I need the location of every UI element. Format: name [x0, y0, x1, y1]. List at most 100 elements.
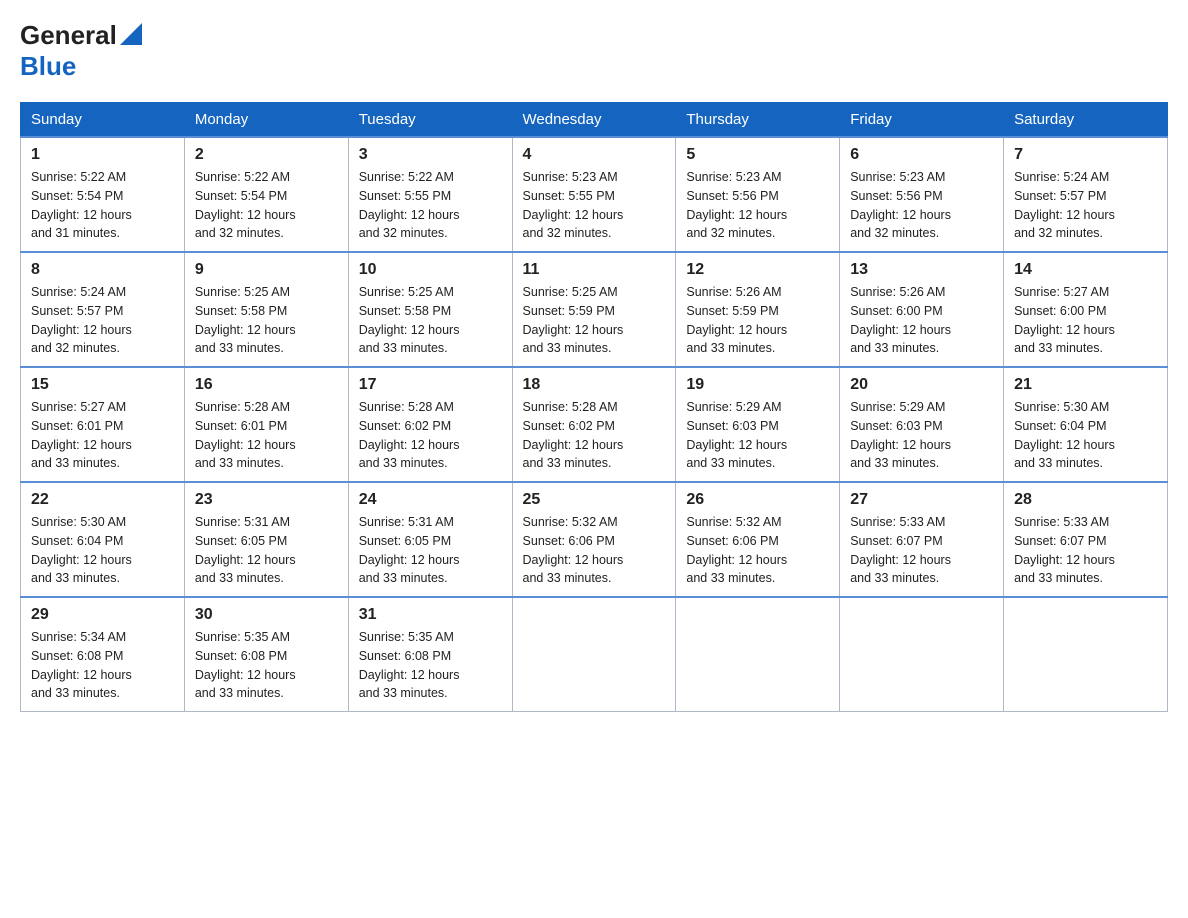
- col-header-monday: Monday: [184, 103, 348, 138]
- day-info: Sunrise: 5:32 AM Sunset: 6:06 PM Dayligh…: [523, 513, 666, 588]
- day-info: Sunrise: 5:31 AM Sunset: 6:05 PM Dayligh…: [195, 513, 338, 588]
- day-info: Sunrise: 5:23 AM Sunset: 5:56 PM Dayligh…: [686, 168, 829, 243]
- sunset-label: Sunset: 6:02 PM: [523, 419, 615, 433]
- day-info: Sunrise: 5:28 AM Sunset: 6:02 PM Dayligh…: [523, 398, 666, 473]
- calendar-cell: 21 Sunrise: 5:30 AM Sunset: 6:04 PM Dayl…: [1004, 367, 1168, 482]
- sunrise-label: Sunrise: 5:31 AM: [195, 515, 290, 529]
- day-number: 13: [850, 261, 993, 279]
- logo-general-text: General: [20, 20, 117, 51]
- day-number: 21: [1014, 376, 1157, 394]
- sunset-label: Sunset: 6:08 PM: [359, 649, 451, 663]
- daylight-minutes: and 33 minutes.: [31, 456, 120, 470]
- day-number: 17: [359, 376, 502, 394]
- page-header: General Blue: [20, 20, 1168, 82]
- daylight-label: Daylight: 12 hours: [523, 208, 624, 222]
- col-header-wednesday: Wednesday: [512, 103, 676, 138]
- daylight-label: Daylight: 12 hours: [1014, 438, 1115, 452]
- sunset-label: Sunset: 6:02 PM: [359, 419, 451, 433]
- daylight-minutes: and 33 minutes.: [850, 571, 939, 585]
- sunrise-label: Sunrise: 5:27 AM: [1014, 285, 1109, 299]
- daylight-minutes: and 33 minutes.: [31, 686, 120, 700]
- sunset-label: Sunset: 6:06 PM: [686, 534, 778, 548]
- daylight-minutes: and 33 minutes.: [1014, 456, 1103, 470]
- sunset-label: Sunset: 6:05 PM: [195, 534, 287, 548]
- day-info: Sunrise: 5:29 AM Sunset: 6:03 PM Dayligh…: [850, 398, 993, 473]
- calendar-cell: 24 Sunrise: 5:31 AM Sunset: 6:05 PM Dayl…: [348, 482, 512, 597]
- day-info: Sunrise: 5:26 AM Sunset: 5:59 PM Dayligh…: [686, 283, 829, 358]
- day-number: 24: [359, 491, 502, 509]
- daylight-label: Daylight: 12 hours: [31, 323, 132, 337]
- sunset-label: Sunset: 6:06 PM: [523, 534, 615, 548]
- daylight-label: Daylight: 12 hours: [1014, 553, 1115, 567]
- sunset-label: Sunset: 5:55 PM: [523, 189, 615, 203]
- calendar-cell: 27 Sunrise: 5:33 AM Sunset: 6:07 PM Dayl…: [840, 482, 1004, 597]
- daylight-label: Daylight: 12 hours: [31, 553, 132, 567]
- daylight-label: Daylight: 12 hours: [850, 323, 951, 337]
- sunrise-label: Sunrise: 5:24 AM: [1014, 170, 1109, 184]
- day-info: Sunrise: 5:23 AM Sunset: 5:55 PM Dayligh…: [523, 168, 666, 243]
- daylight-label: Daylight: 12 hours: [1014, 323, 1115, 337]
- daylight-minutes: and 33 minutes.: [686, 341, 775, 355]
- day-number: 16: [195, 376, 338, 394]
- daylight-minutes: and 33 minutes.: [195, 456, 284, 470]
- daylight-minutes: and 33 minutes.: [523, 571, 612, 585]
- daylight-minutes: and 31 minutes.: [31, 226, 120, 240]
- sunrise-label: Sunrise: 5:28 AM: [359, 400, 454, 414]
- calendar-week-3: 15 Sunrise: 5:27 AM Sunset: 6:01 PM Dayl…: [21, 367, 1168, 482]
- daylight-label: Daylight: 12 hours: [359, 323, 460, 337]
- daylight-minutes: and 32 minutes.: [195, 226, 284, 240]
- daylight-label: Daylight: 12 hours: [359, 668, 460, 682]
- col-header-friday: Friday: [840, 103, 1004, 138]
- sunrise-label: Sunrise: 5:25 AM: [195, 285, 290, 299]
- sunrise-label: Sunrise: 5:26 AM: [850, 285, 945, 299]
- day-number: 7: [1014, 146, 1157, 164]
- daylight-label: Daylight: 12 hours: [31, 438, 132, 452]
- sunset-label: Sunset: 6:03 PM: [686, 419, 778, 433]
- sunrise-label: Sunrise: 5:33 AM: [1014, 515, 1109, 529]
- sunset-label: Sunset: 5:54 PM: [195, 189, 287, 203]
- calendar-cell: 8 Sunrise: 5:24 AM Sunset: 5:57 PM Dayli…: [21, 252, 185, 367]
- daylight-minutes: and 33 minutes.: [359, 341, 448, 355]
- daylight-minutes: and 32 minutes.: [686, 226, 775, 240]
- calendar-cell: 18 Sunrise: 5:28 AM Sunset: 6:02 PM Dayl…: [512, 367, 676, 482]
- sunset-label: Sunset: 6:00 PM: [1014, 304, 1106, 318]
- day-info: Sunrise: 5:25 AM Sunset: 5:59 PM Dayligh…: [523, 283, 666, 358]
- day-number: 15: [31, 376, 174, 394]
- day-info: Sunrise: 5:25 AM Sunset: 5:58 PM Dayligh…: [359, 283, 502, 358]
- sunset-label: Sunset: 6:04 PM: [31, 534, 123, 548]
- day-info: Sunrise: 5:22 AM Sunset: 5:54 PM Dayligh…: [195, 168, 338, 243]
- calendar-cell: 3 Sunrise: 5:22 AM Sunset: 5:55 PM Dayli…: [348, 137, 512, 252]
- sunset-label: Sunset: 6:07 PM: [1014, 534, 1106, 548]
- daylight-label: Daylight: 12 hours: [31, 668, 132, 682]
- daylight-label: Daylight: 12 hours: [195, 438, 296, 452]
- daylight-label: Daylight: 12 hours: [523, 323, 624, 337]
- daylight-minutes: and 33 minutes.: [359, 686, 448, 700]
- sunrise-label: Sunrise: 5:30 AM: [1014, 400, 1109, 414]
- calendar-cell: 22 Sunrise: 5:30 AM Sunset: 6:04 PM Dayl…: [21, 482, 185, 597]
- calendar-week-1: 1 Sunrise: 5:22 AM Sunset: 5:54 PM Dayli…: [21, 137, 1168, 252]
- day-info: Sunrise: 5:30 AM Sunset: 6:04 PM Dayligh…: [1014, 398, 1157, 473]
- sunrise-label: Sunrise: 5:22 AM: [31, 170, 126, 184]
- sunrise-label: Sunrise: 5:32 AM: [523, 515, 618, 529]
- daylight-label: Daylight: 12 hours: [523, 553, 624, 567]
- sunrise-label: Sunrise: 5:24 AM: [31, 285, 126, 299]
- day-info: Sunrise: 5:28 AM Sunset: 6:01 PM Dayligh…: [195, 398, 338, 473]
- day-info: Sunrise: 5:28 AM Sunset: 6:02 PM Dayligh…: [359, 398, 502, 473]
- sunset-label: Sunset: 6:05 PM: [359, 534, 451, 548]
- sunrise-label: Sunrise: 5:35 AM: [359, 630, 454, 644]
- calendar-cell: 20 Sunrise: 5:29 AM Sunset: 6:03 PM Dayl…: [840, 367, 1004, 482]
- daylight-minutes: and 33 minutes.: [359, 571, 448, 585]
- day-number: 19: [686, 376, 829, 394]
- day-number: 4: [523, 146, 666, 164]
- day-number: 25: [523, 491, 666, 509]
- calendar-cell: 23 Sunrise: 5:31 AM Sunset: 6:05 PM Dayl…: [184, 482, 348, 597]
- calendar-table: SundayMondayTuesdayWednesdayThursdayFrid…: [20, 102, 1168, 712]
- calendar-week-5: 29 Sunrise: 5:34 AM Sunset: 6:08 PM Dayl…: [21, 597, 1168, 712]
- daylight-minutes: and 33 minutes.: [686, 571, 775, 585]
- daylight-minutes: and 33 minutes.: [1014, 571, 1103, 585]
- day-number: 3: [359, 146, 502, 164]
- calendar-cell: 30 Sunrise: 5:35 AM Sunset: 6:08 PM Dayl…: [184, 597, 348, 712]
- sunset-label: Sunset: 5:56 PM: [686, 189, 778, 203]
- day-info: Sunrise: 5:30 AM Sunset: 6:04 PM Dayligh…: [31, 513, 174, 588]
- sunrise-label: Sunrise: 5:23 AM: [850, 170, 945, 184]
